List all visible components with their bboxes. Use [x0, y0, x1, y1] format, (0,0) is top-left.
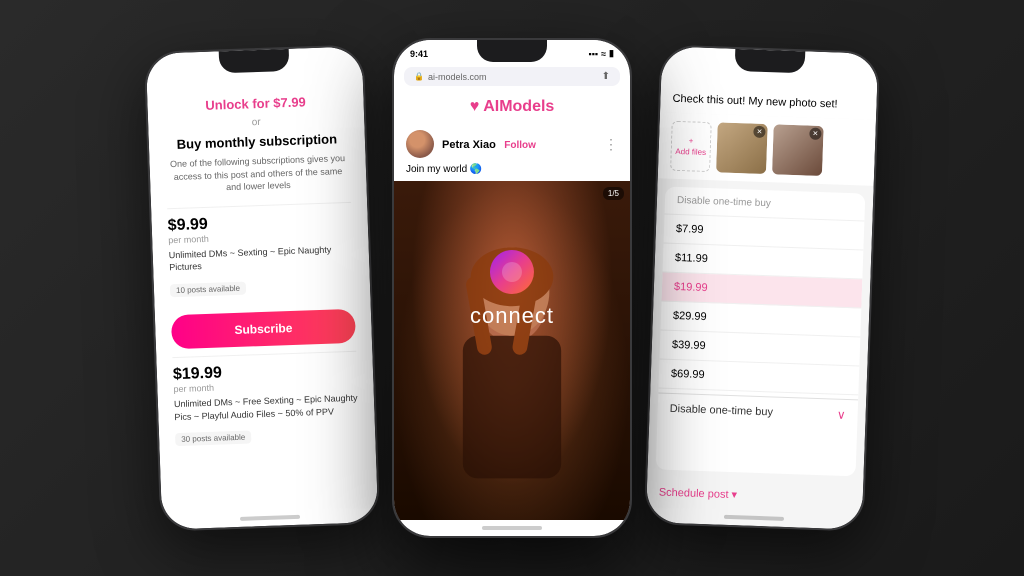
schedule-post-label: Schedule post ▾	[659, 486, 738, 502]
plan1-section: $9.99 per month Unlimited DMs ~ Sexting …	[167, 211, 354, 306]
phone1-notch	[219, 49, 290, 73]
status-icons: ▪▪▪ ≈ ▮	[589, 48, 614, 59]
files-row: + Add files ✕ ✕	[658, 112, 876, 185]
add-files-label: Add files	[675, 147, 706, 157]
signal-icon: ▪▪▪	[589, 49, 599, 59]
battery-icon: ▮	[609, 48, 614, 59]
heart-icon: ♥	[470, 98, 480, 115]
plan2-description: Unlimited DMs ~ Free Sexting ~ Epic Naug…	[174, 392, 359, 424]
share-icon: ⬆	[602, 71, 610, 82]
plan1-description: Unlimited DMs ~ Sexting ~ Epic Naughty P…	[169, 243, 354, 275]
phone1-home-indicator	[240, 515, 300, 521]
phone-subscription: Unlock for $7.99 or Buy monthly subscrip…	[144, 44, 381, 531]
phone2-notch	[477, 40, 547, 62]
unlock-button[interactable]: Unlock for $7.99	[163, 93, 347, 114]
url-text: ai-models.com	[428, 72, 487, 82]
plan2-posts-badge: 30 posts available	[175, 431, 251, 447]
plan1-posts-badge: 10 posts available	[170, 282, 246, 298]
subscribe-button[interactable]: Subscribe	[171, 309, 356, 349]
phone-aimodels: 9:41 ▪▪▪ ≈ ▮ 🔒 ai-models.com ⬆ ♥AIModels	[392, 38, 632, 538]
post-counter: 1/5	[603, 187, 624, 200]
main-scene: Unlock for $7.99 or Buy monthly subscrip…	[0, 0, 1024, 576]
phone2-home-indicator	[482, 526, 542, 530]
post-image-content	[394, 181, 630, 520]
profile-bio: Join my world 🌎	[394, 164, 630, 181]
price-option-6[interactable]: $69.99	[658, 359, 859, 395]
site-name: AIModels	[483, 98, 554, 115]
file-thumbnail-2: ✕	[772, 124, 824, 176]
avatar-image	[406, 130, 434, 158]
add-files-button[interactable]: + Add files	[670, 121, 712, 172]
follow-button[interactable]: Follow	[504, 140, 536, 151]
subscription-description: One of the following subscriptions gives…	[165, 152, 350, 196]
avatar	[406, 130, 434, 158]
buy-monthly-title: Buy monthly subscription	[165, 131, 349, 152]
profile-name: Petra Xiao	[442, 139, 496, 151]
phone3-home-indicator	[724, 515, 784, 521]
more-options-icon[interactable]: ⋮	[604, 136, 618, 153]
divider1	[167, 202, 351, 209]
time-display: 9:41	[410, 49, 428, 59]
or-text: or	[164, 114, 348, 131]
address-bar[interactable]: 🔒 ai-models.com ⬆	[404, 67, 620, 86]
aimodels-logo: ♥AIModels	[394, 90, 630, 124]
divider2	[172, 351, 356, 358]
profile-row: Petra Xiao Follow ⋮	[394, 124, 630, 164]
dropdown-selected-label: Disable one-time buy	[670, 403, 774, 419]
chevron-down-icon: ∨	[837, 408, 846, 422]
phone-settings: Check this out! My new photo set! + Add …	[644, 44, 881, 531]
file-thumbnail-1: ✕	[716, 122, 768, 174]
wifi-icon: ≈	[601, 49, 606, 59]
price-dropdown-card: Disable one-time buy $7.99 $11.99 $19.99…	[656, 187, 866, 477]
plus-icon: +	[689, 136, 694, 145]
phone3-notch	[735, 49, 806, 73]
schedule-post-button[interactable]: Schedule post ▾	[646, 477, 863, 514]
plan2-section: $19.99 per month Unlimited DMs ~ Free Se…	[173, 360, 360, 455]
lock-icon: 🔒	[414, 72, 424, 81]
post-image: 1/5	[394, 181, 630, 520]
dropdown-select[interactable]: Disable one-time buy ∨	[657, 392, 858, 430]
